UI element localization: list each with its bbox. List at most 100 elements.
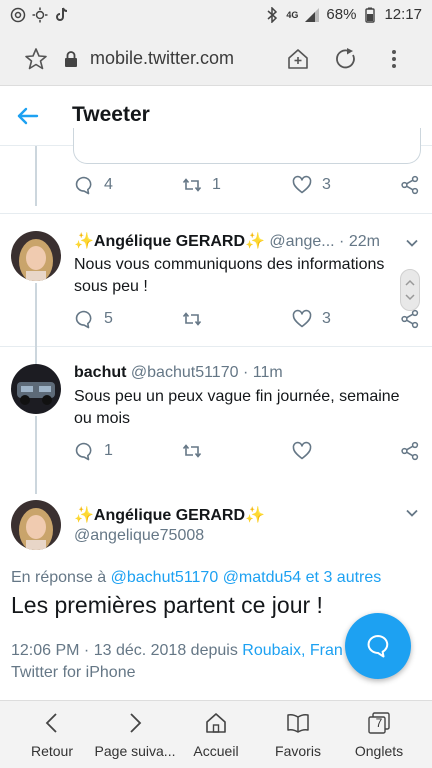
browser-menu-button[interactable]	[378, 43, 410, 75]
tweet-meta: 12:06 PM · 13 déc. 2018 depuis Roubaix, …	[11, 640, 391, 684]
share-icon	[401, 441, 419, 461]
avatar[interactable]	[11, 500, 61, 550]
tiktok-icon	[56, 7, 68, 21]
thread-line	[35, 146, 37, 206]
signal-icon	[305, 7, 320, 22]
scroll-arrows-icon	[405, 279, 415, 301]
home-plus-icon	[288, 49, 308, 69]
reply-button[interactable]: 1	[74, 441, 113, 461]
brightness-icon	[32, 7, 48, 23]
nav-tabs[interactable]: 7 Onglets	[336, 701, 422, 768]
retweet-icon	[182, 178, 202, 192]
status-bar: 4G 68% 12:17	[0, 0, 432, 32]
share-button[interactable]	[400, 441, 420, 461]
reply-button[interactable]: 4	[74, 175, 113, 195]
nav-back[interactable]: Retour	[9, 701, 95, 768]
like-button[interactable]: 3	[292, 309, 331, 329]
chevron-down-icon[interactable]	[404, 505, 420, 521]
avatar-bachut-image	[11, 364, 61, 414]
browser-toolbar: mobile.twitter.com	[0, 32, 432, 86]
network-type: 4G	[286, 9, 299, 20]
mention-link[interactable]: @bachut51170	[111, 569, 219, 586]
compose-reply-button[interactable]	[345, 613, 411, 679]
others-link[interactable]: et 3 autres	[306, 569, 382, 586]
reply-count: 5	[104, 310, 113, 327]
book-icon	[287, 714, 309, 733]
tweet-actions: 1	[74, 441, 420, 465]
display-name[interactable]: ✨Angélique GERARD✨	[74, 505, 265, 525]
tweet-actions: 4 1 3	[74, 175, 420, 199]
heart-icon	[292, 309, 312, 328]
like-button[interactable]	[292, 441, 312, 461]
quoted-tweet-card[interactable]	[73, 128, 421, 164]
thread-line	[35, 346, 37, 364]
tweet-text: Nous vous communiquons des informations …	[74, 256, 385, 295]
like-count: 3	[322, 176, 331, 193]
tweet-header: bachut @bachut51170 · 11m	[74, 364, 283, 382]
retweet-icon	[182, 444, 202, 458]
avatar-angelique-image	[11, 231, 61, 281]
browser-bottom-nav: Retour Page suiva... Accueil Favoris 7 O…	[0, 700, 432, 768]
location-link[interactable]: Roubaix, Fran	[242, 642, 343, 659]
user-handle[interactable]: @angelique75008	[74, 527, 204, 545]
avatar[interactable]	[11, 231, 61, 281]
nav-forward[interactable]: Page suiva...	[92, 701, 178, 768]
bluetooth-icon	[267, 6, 278, 23]
divider	[0, 346, 432, 347]
share-button[interactable]	[400, 175, 420, 195]
reply-prefix: En réponse à	[11, 569, 107, 586]
nav-home[interactable]: Accueil	[173, 701, 259, 768]
reply-icon	[75, 442, 92, 461]
reload-button[interactable]	[330, 43, 362, 75]
tweet-text: Les premières partent ce jour !	[11, 592, 323, 618]
user-handle[interactable]: @bachut51170	[131, 364, 239, 381]
tweet-time[interactable]: · 22m	[339, 233, 380, 250]
nav-favorites[interactable]: Favoris	[255, 701, 341, 768]
mention-link[interactable]: @matdu54	[223, 569, 302, 586]
nav-label: Page suiva...	[94, 743, 176, 759]
retweet-icon	[182, 312, 202, 326]
tabs-count: 7	[375, 716, 383, 730]
timestamp[interactable]: 12:06 PM · 13 déc. 2018 depuis	[11, 642, 238, 659]
scrollbar-thumb[interactable]	[400, 269, 420, 311]
tweet-time[interactable]: · 11m	[243, 364, 283, 381]
at-sign-icon	[10, 7, 26, 23]
retweet-button[interactable]: 1	[182, 175, 221, 195]
client-source: Twitter for iPhone	[11, 664, 136, 681]
retweet-count: 1	[212, 176, 221, 193]
like-button[interactable]: 3	[292, 175, 331, 195]
divider	[0, 213, 432, 214]
tweet-text: Sous peu un peux vague fin journée, sema…	[74, 388, 400, 427]
reply-icon	[75, 176, 92, 195]
nav-label: Favoris	[275, 743, 321, 759]
retweet-button[interactable]	[182, 309, 202, 329]
more-vertical-icon	[392, 50, 396, 68]
user-handle[interactable]: @ange...	[269, 233, 334, 250]
clock: 12:17	[384, 6, 422, 23]
tweet-header: ✨Angélique GERARD✨ @ange... · 22m	[74, 231, 380, 251]
back-arrow-icon[interactable]	[14, 102, 42, 130]
reply-count: 4	[104, 176, 113, 193]
tweet-actions: 5 3	[74, 309, 420, 333]
like-count: 3	[322, 310, 331, 327]
reply-bubble-icon	[367, 635, 389, 658]
chevron-down-icon[interactable]	[404, 235, 420, 251]
display-name[interactable]: ✨Angélique GERARD✨	[74, 233, 265, 250]
reply-count: 1	[104, 442, 113, 459]
avatar[interactable]	[11, 364, 61, 414]
display-name[interactable]: bachut	[74, 364, 126, 381]
battery-percent: 68%	[326, 6, 357, 23]
thread-line	[35, 283, 37, 355]
url-bar[interactable]: mobile.twitter.com	[90, 48, 234, 69]
chevron-right-icon	[130, 713, 142, 733]
bookmark-star-button[interactable]	[20, 43, 52, 75]
lock-icon	[65, 51, 77, 67]
reply-button[interactable]: 5	[74, 309, 113, 329]
star-icon	[25, 48, 47, 70]
add-to-home-button[interactable]	[282, 43, 314, 75]
avatar-angelique-image	[11, 500, 61, 550]
reload-icon	[336, 48, 355, 69]
page-title: Tweeter	[72, 103, 150, 126]
reply-context: En réponse à @bachut51170 @matdu54 et 3 …	[11, 569, 381, 587]
retweet-button[interactable]	[182, 441, 202, 461]
